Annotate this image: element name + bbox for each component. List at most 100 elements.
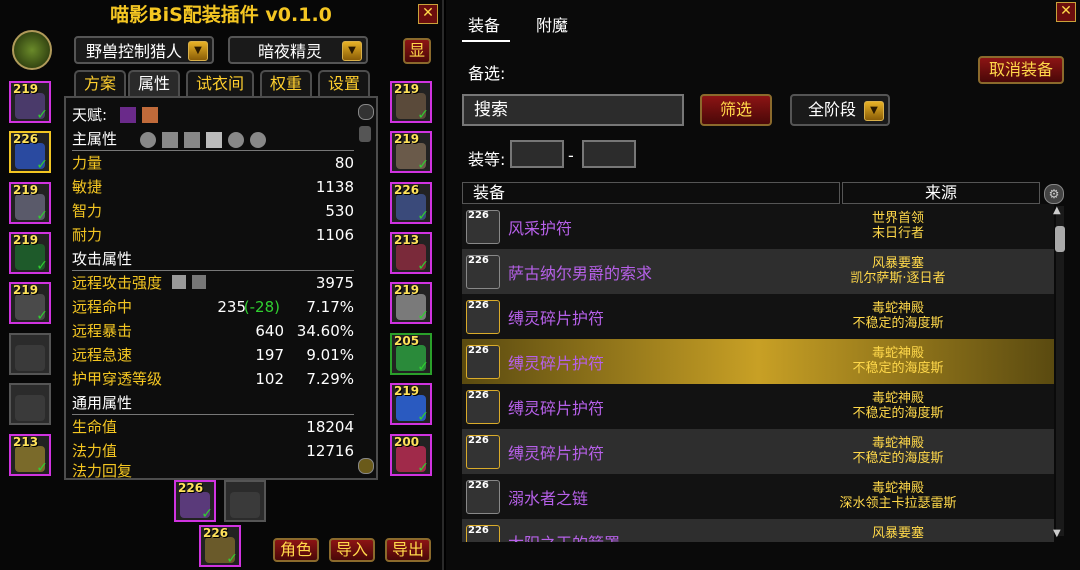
ilvl-max-input[interactable]	[582, 140, 636, 168]
equip-slot-main-hand[interactable]: 226 ✓	[174, 480, 216, 522]
search-input[interactable]: 搜索	[462, 94, 684, 126]
item-icon: 226	[466, 255, 500, 289]
tab-weights[interactable]: 权重	[260, 70, 312, 96]
import-button[interactable]: 导入	[329, 538, 375, 562]
spec-dropdown[interactable]: 野兽控制猎人 ▼	[74, 36, 214, 64]
list-item[interactable]: 226 风采护符 世界首领 末日行者	[462, 204, 1054, 249]
equip-slot-head[interactable]: 219 ✓	[9, 81, 51, 123]
tab-equipment[interactable]: 装备	[468, 12, 500, 38]
stat-value: 530	[325, 202, 354, 220]
preset-dropdown[interactable]: 暗夜精灵 ▼	[228, 36, 368, 64]
list-scrollbar[interactable]	[1056, 206, 1064, 536]
stat-row: 远程攻击强度 3975	[72, 272, 354, 294]
equip-slot-trinket-1[interactable]: 219 ✓	[390, 383, 432, 425]
check-icon: ✓	[36, 460, 48, 476]
equip-slot-neck[interactable]: 226 ✓	[9, 131, 51, 173]
tab-settings[interactable]: 设置	[318, 70, 370, 96]
equip-slot-chest[interactable]: 219 ✓	[9, 282, 51, 324]
filter-button[interactable]: 筛选	[700, 94, 772, 126]
equip-slot-waist[interactable]: 219 ✓	[390, 131, 432, 173]
scroll-thumb[interactable]	[359, 126, 371, 142]
list-item[interactable]: 226 溺水者之链 毒蛇神殿 深水领主卡拉瑟雷斯	[462, 474, 1054, 519]
talent-row: 天赋:	[72, 104, 354, 126]
scroll-up-icon[interactable]: ▲	[1053, 205, 1061, 216]
main-attr-section: 主属性	[72, 128, 354, 151]
equip-slot-feet[interactable]: 213 ✓	[390, 232, 432, 274]
stat-delta: (-28)	[243, 298, 280, 316]
list-item-selected[interactable]: 226 缚灵碎片护符 毒蛇神殿 不稳定的海度斯	[462, 339, 1054, 384]
stat-icon	[206, 132, 222, 148]
item-source: 风暴要塞 凯尔萨斯·逐日者	[808, 256, 988, 286]
check-icon: ✓	[36, 308, 48, 324]
list-item[interactable]: 226 缚灵碎片护符 毒蛇神殿 不稳定的海度斯	[462, 384, 1054, 429]
show-button[interactable]: 显	[403, 38, 431, 64]
check-icon: ✓	[417, 359, 429, 375]
item-icon: 226	[466, 345, 500, 379]
shield-icon	[230, 492, 260, 518]
stat-value: 80	[334, 154, 354, 172]
item-source: 毒蛇神殿 深水领主卡拉瑟雷斯	[808, 481, 988, 511]
ilvl-min-input[interactable]	[510, 140, 564, 168]
tab-enchant[interactable]: 附魔	[536, 12, 568, 38]
item-name: 太阳之王的箭罩	[508, 530, 620, 542]
equip-slot-back[interactable]: 219 ✓	[9, 232, 51, 274]
item-icon: 226	[466, 525, 500, 542]
close-browser-button[interactable]: ✕	[1056, 2, 1076, 22]
tab-fitting-room[interactable]: 试衣间	[186, 70, 254, 96]
stat-label: 法力回复	[72, 462, 133, 480]
equip-slot-ranged[interactable]: 226 ✓	[199, 525, 241, 567]
item-icon: 226	[466, 300, 500, 334]
equip-slot-wrist[interactable]: 213 ✓	[9, 434, 51, 476]
tab-attributes[interactable]: 属性	[128, 70, 180, 96]
scroll-up-button[interactable]	[358, 104, 374, 120]
item-source: 毒蛇神殿 不稳定的海度斯	[808, 301, 988, 331]
list-scroll-thumb[interactable]	[1055, 226, 1065, 252]
list-item[interactable]: 226 缚灵碎片护符 毒蛇神殿 不稳定的海度斯	[462, 429, 1054, 474]
phase-dropdown[interactable]: 全阶段 ▼	[790, 94, 890, 126]
tab-plan[interactable]: 方案	[74, 70, 126, 96]
stat-label: 远程急速	[72, 346, 133, 364]
scroll-down-button[interactable]	[358, 458, 374, 474]
equip-slot-trinket-2[interactable]: 200 ✓	[390, 434, 432, 476]
scroll-down-icon[interactable]: ▼	[1053, 528, 1061, 539]
stat-value: 3975	[315, 274, 354, 292]
phase-dropdown-value: 全阶段	[808, 100, 857, 119]
character-button[interactable]: 角色	[273, 538, 319, 562]
stat-rating: 197	[255, 346, 284, 364]
close-addon-button[interactable]: ✕	[418, 4, 438, 24]
equip-slot-off-hand[interactable]	[224, 480, 266, 522]
equip-slot-shirt[interactable]	[9, 333, 51, 375]
column-header-item[interactable]: 装备	[462, 182, 840, 204]
equip-slot-tabard[interactable]	[9, 383, 51, 425]
source-zone: 毒蛇神殿	[871, 391, 924, 406]
item-ilvl: 226	[468, 390, 489, 401]
cancel-equip-button[interactable]: 取消装备	[978, 56, 1064, 84]
equip-slot-hands[interactable]: 219 ✓	[390, 81, 432, 123]
equip-slot-ring-1[interactable]: 219 ✓	[390, 282, 432, 324]
list-item[interactable]: 226 萨古纳尔男爵的索求 风暴要塞 凯尔萨斯·逐日者	[462, 249, 1054, 294]
equip-slot-legs[interactable]: 226 ✓	[390, 182, 432, 224]
item-icon: 226	[466, 210, 500, 244]
attack-section: 攻击属性	[72, 248, 354, 271]
equip-slot-ring-2[interactable]: 205 ✓	[390, 333, 432, 375]
stat-row: 智力 530	[72, 200, 354, 222]
equip-slot-shoulder[interactable]: 219 ✓	[9, 182, 51, 224]
gear-icon[interactable]: ⚙	[1044, 184, 1064, 204]
item-name: 缚灵碎片护符	[508, 309, 605, 328]
list-item[interactable]: 226 缚灵碎片护符 毒蛇神殿 不稳定的海度斯	[462, 294, 1054, 339]
column-header-source[interactable]: 来源	[842, 182, 1040, 204]
check-icon: ✓	[417, 208, 429, 224]
shirt-icon	[15, 345, 45, 371]
list-item[interactable]: 226 太阳之王的箭罩 风暴要塞	[462, 519, 1054, 542]
stat-value: 1138	[315, 178, 354, 196]
item-ilvl: 226	[468, 435, 489, 446]
chevron-down-icon: ▼	[864, 101, 884, 121]
stat-icon	[140, 132, 156, 148]
item-name: 风采护符	[508, 219, 573, 238]
stat-row: 敏捷 1138	[72, 176, 354, 198]
stat-label: 远程暴击	[72, 322, 133, 340]
item-ilvl: 226	[468, 525, 489, 536]
stats-frame: 天赋: 主属性 力量 80 敏捷 1138 智力 530 耐力 1106 攻击属性 远程…	[64, 96, 378, 480]
item-source: 世界首领 末日行者	[808, 211, 988, 241]
export-button[interactable]: 导出	[385, 538, 431, 562]
